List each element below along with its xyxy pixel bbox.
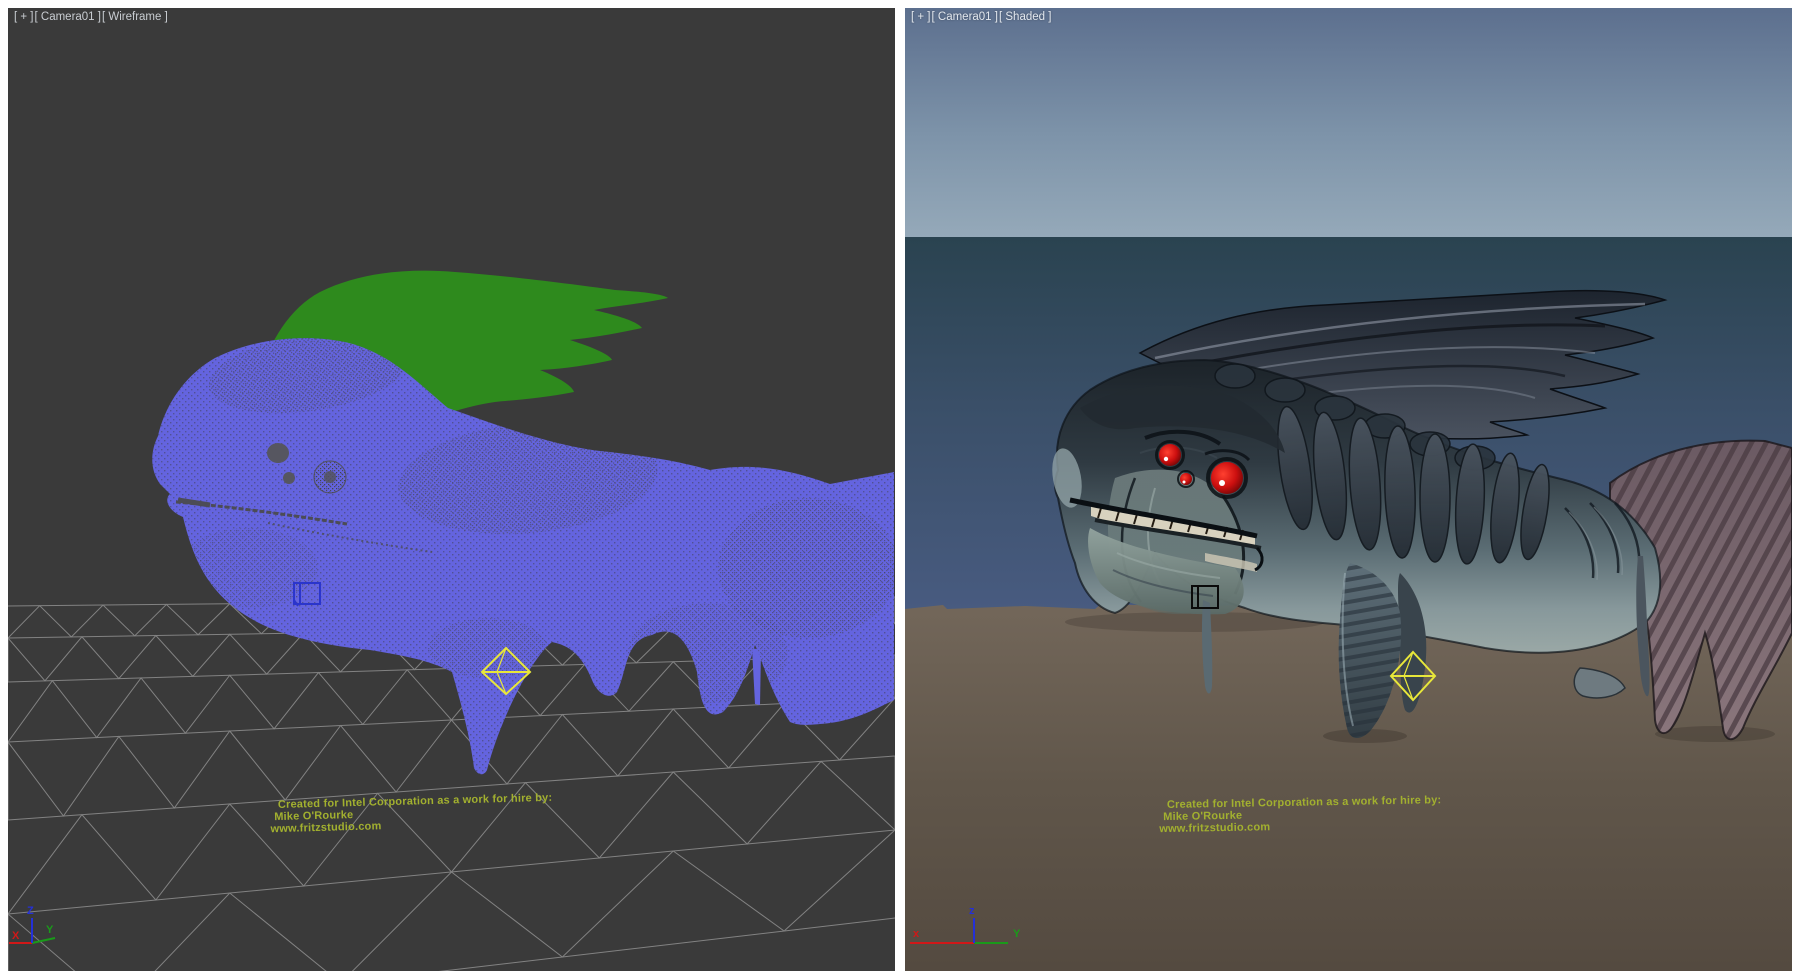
eye-large <box>1211 462 1243 494</box>
axis-x-label: x <box>913 928 920 940</box>
wireframe-scene: Created for Intel Corporation as a work … <box>8 8 895 971</box>
viewport-menu-camera[interactable]: [ Camera01 ] <box>35 11 101 23</box>
viewport-menu-plus[interactable]: [ + ] <box>911 11 931 23</box>
axis-y-label: Y <box>1013 928 1021 940</box>
sky <box>905 8 1792 237</box>
viewport-shaded[interactable]: [ + ][ Camera01 ][ Shaded ] <box>905 8 1792 971</box>
axis-z-label: Z <box>27 905 34 917</box>
axis-x-label: X <box>12 930 20 942</box>
shaded-scene: Created for Intel Corporation as a work … <box>905 8 1792 971</box>
viewport-menu-plus[interactable]: [ + ] <box>14 11 34 23</box>
svg-text:www.fritzstudio.com: www.fritzstudio.com <box>1158 821 1270 835</box>
axis-y-label: Y <box>46 924 54 936</box>
viewport-wireframe[interactable]: [ + ][ Camera01 ][ Wireframe ] <box>8 8 895 971</box>
viewport-menu-camera[interactable]: [ Camera01 ] <box>932 11 998 23</box>
viewport-label-bar: [ + ][ Camera01 ][ Shaded ] <box>911 10 1052 24</box>
viewport-menu-shading[interactable]: [ Shaded ] <box>999 11 1051 23</box>
viewport-menu-shading[interactable]: [ Wireframe ] <box>102 11 168 23</box>
eye-medium <box>1159 444 1181 466</box>
axis-z-label: z <box>969 905 975 917</box>
viewport-label-bar: [ + ][ Camera01 ][ Wireframe ] <box>14 10 169 24</box>
eye-small <box>1180 473 1192 485</box>
